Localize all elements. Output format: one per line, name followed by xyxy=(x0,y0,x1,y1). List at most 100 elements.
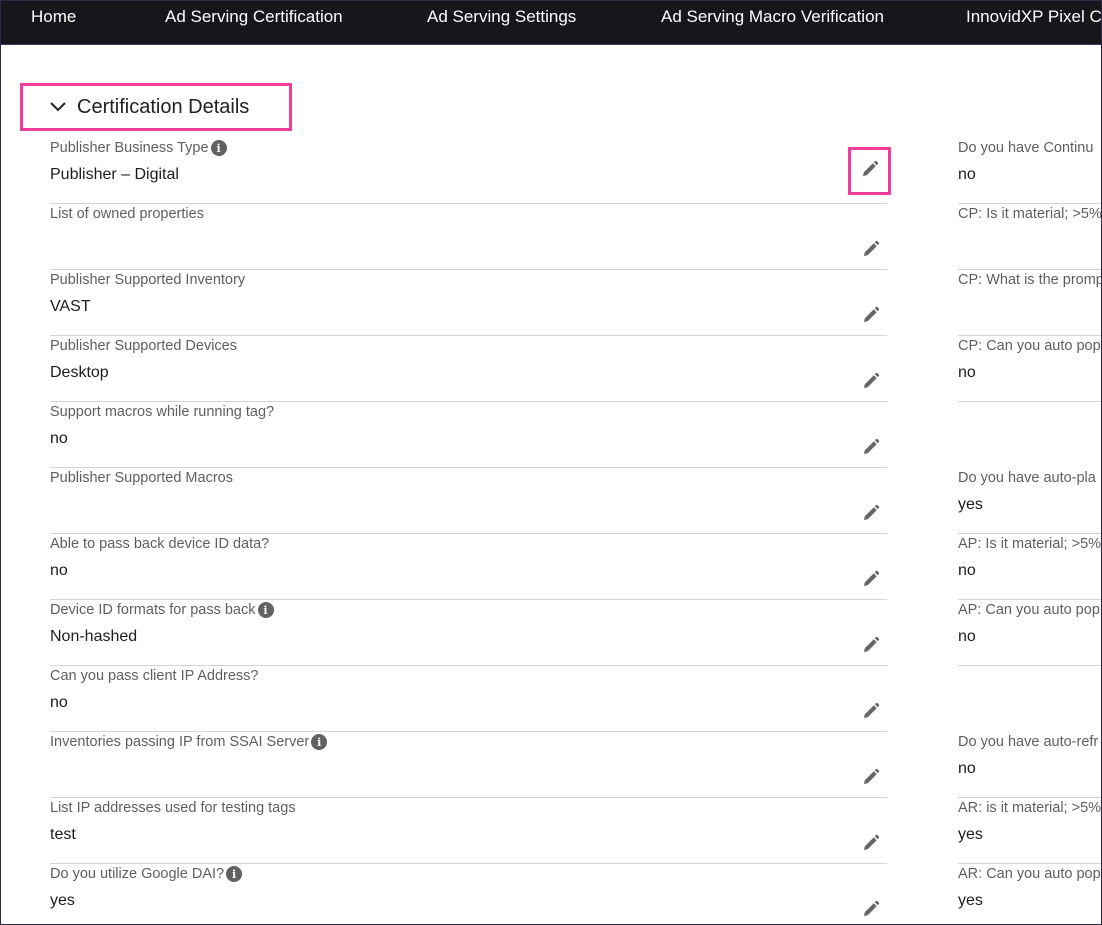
field-value: Desktop xyxy=(50,364,109,381)
field-row: Publisher Supported Devices Desktop xyxy=(50,336,887,402)
edit-button[interactable] xyxy=(860,570,882,592)
edit-button[interactable] xyxy=(860,900,882,922)
field-label: Publisher Supported Inventory xyxy=(50,272,245,288)
edit-button[interactable] xyxy=(860,702,882,724)
app-window: Home Ad Serving Certification Ad Serving… xyxy=(0,0,1102,925)
field-value: test xyxy=(50,826,76,843)
field-label-text: List IP addresses used for testing tags xyxy=(50,800,296,816)
field-label: Do you have auto-pla xyxy=(958,470,1096,486)
field-row xyxy=(958,402,1101,468)
pencil-icon xyxy=(862,834,880,857)
pencil-icon xyxy=(862,900,880,923)
field-row: Do you have auto-pla yes xyxy=(958,468,1101,534)
field-row xyxy=(958,666,1101,732)
field-label: Do you have auto-refr xyxy=(958,734,1099,750)
field-row: Publisher Supported Inventory VAST xyxy=(50,270,887,336)
nav-innovidxp-pixel[interactable]: InnovidXP Pixel Ce xyxy=(966,7,1101,27)
field-value: Publisher – Digital xyxy=(50,166,179,183)
nav-ad-serving-certification[interactable]: Ad Serving Certification xyxy=(165,7,343,27)
edit-button[interactable] xyxy=(860,834,882,856)
field-label: List IP addresses used for testing tags xyxy=(50,800,296,816)
field-value: yes xyxy=(958,826,983,843)
nav-ad-serving-settings[interactable]: Ad Serving Settings xyxy=(427,7,576,27)
field-label: Do you utilize Google DAI? i xyxy=(50,866,243,882)
field-label-text: Can you pass client IP Address? xyxy=(50,668,259,684)
field-value: no xyxy=(50,562,68,579)
edit-button[interactable] xyxy=(860,636,882,658)
pencil-icon xyxy=(862,240,880,263)
edit-button[interactable] xyxy=(860,372,882,394)
field-row: Publisher Business Type i Publisher – Digi… xyxy=(50,138,891,204)
field-row: AP: Is it material; >5% no xyxy=(958,534,1102,600)
field-label: Do you have Continu xyxy=(958,140,1094,156)
field-row: Do you utilize Google DAI? i yes xyxy=(50,864,887,924)
field-row: Can you pass client IP Address? no xyxy=(50,666,887,732)
field-row: Device ID formats for pass back i Non-hash… xyxy=(50,600,887,666)
field-value: no xyxy=(50,694,68,711)
certification-details-toggle[interactable]: Certification Details xyxy=(20,83,292,131)
pencil-icon xyxy=(862,504,880,527)
info-icon[interactable]: i xyxy=(226,866,243,882)
field-label: Can you pass client IP Address? xyxy=(50,668,259,684)
field-row: CP: Is it material; >5% xyxy=(958,204,1102,270)
field-label: AR: is it material; >5% xyxy=(958,800,1102,816)
field-value: no xyxy=(50,430,68,447)
field-label-text: Publisher Business Type xyxy=(50,140,209,156)
field-row: List IP addresses used for testing tags t… xyxy=(50,798,887,864)
field-label-text: Do you utilize Google DAI? xyxy=(50,866,225,882)
pencil-icon xyxy=(862,768,880,791)
field-label: AP: Is it material; >5% xyxy=(958,536,1102,552)
field-row: List of owned properties xyxy=(50,204,887,270)
field-value: Non-hashed xyxy=(50,628,138,645)
nav-home[interactable]: Home xyxy=(31,7,76,27)
field-value: yes xyxy=(958,496,983,513)
field-row: Do you have auto-refr no xyxy=(958,732,1101,798)
field-row: Support macros while running tag? no xyxy=(50,402,887,468)
edit-button[interactable] xyxy=(860,504,882,526)
edit-button[interactable] xyxy=(860,240,882,262)
pencil-icon xyxy=(862,306,880,329)
field-label: Publisher Supported Devices xyxy=(50,338,237,354)
pencil-icon xyxy=(861,160,879,183)
field-row: Do you have Continu no xyxy=(958,138,1101,204)
info-icon[interactable]: i xyxy=(311,734,328,750)
field-label-text: Publisher Supported Macros xyxy=(50,470,233,486)
field-label: CP: Can you auto pop xyxy=(958,338,1101,354)
edit-button[interactable] xyxy=(860,306,882,328)
field-label-text: Able to pass back device ID data? xyxy=(50,536,270,552)
field-row: Publisher Supported Macros xyxy=(50,468,887,534)
field-label: Publisher Supported Macros xyxy=(50,470,233,486)
field-label-text: Publisher Supported Devices xyxy=(50,338,237,354)
pencil-icon xyxy=(862,702,880,725)
field-label: Device ID formats for pass back i xyxy=(50,602,274,618)
pencil-icon xyxy=(862,636,880,659)
section-title: Certification Details xyxy=(77,95,250,118)
field-value: yes xyxy=(958,892,983,909)
field-row: AR: Can you auto pop yes xyxy=(958,864,1101,924)
field-value: no xyxy=(958,628,976,645)
field-label: Publisher Business Type i xyxy=(50,140,227,156)
field-label: CP: Is it material; >5% xyxy=(958,206,1102,222)
pencil-icon xyxy=(862,570,880,593)
field-label-text: Publisher Supported Inventory xyxy=(50,272,246,288)
top-navigation: Home Ad Serving Certification Ad Serving… xyxy=(1,1,1101,45)
field-row: AP: Can you auto pop no xyxy=(958,600,1101,666)
field-label: Support macros while running tag? xyxy=(50,404,274,420)
info-icon[interactable]: i xyxy=(210,140,227,156)
field-label: AP: Can you auto pop xyxy=(958,602,1100,618)
field-row: Inventories passing IP from SSAI Server i xyxy=(50,732,887,798)
field-row: Able to pass back device ID data? no xyxy=(50,534,887,600)
field-row: AR: is it material; >5% yes xyxy=(958,798,1102,864)
field-value: no xyxy=(958,364,976,381)
edit-button[interactable] xyxy=(860,438,882,460)
field-label: CP: What is the promp xyxy=(958,272,1102,288)
info-icon[interactable]: i xyxy=(257,602,274,618)
field-value: VAST xyxy=(50,298,91,315)
field-label-text: Support macros while running tag? xyxy=(50,404,275,420)
edit-button[interactable] xyxy=(860,768,882,790)
field-label-text: Device ID formats for pass back xyxy=(50,602,256,618)
nav-ad-serving-macro-verification[interactable]: Ad Serving Macro Verification xyxy=(661,7,884,27)
field-label: Inventories passing IP from SSAI Server i xyxy=(50,734,328,750)
field-value: no xyxy=(958,760,976,777)
edit-button[interactable] xyxy=(848,147,891,195)
